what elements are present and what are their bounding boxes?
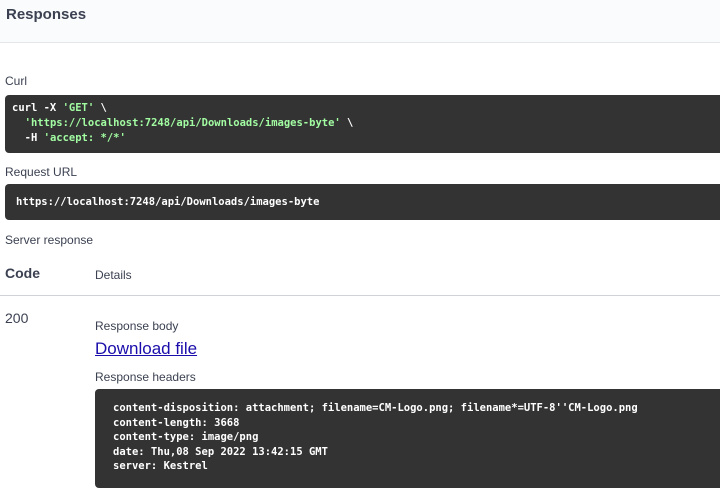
line-continuation: \	[340, 117, 354, 129]
curl-line-1: curl -X 'GET' \	[12, 101, 720, 116]
details-column-header: Details	[95, 268, 132, 282]
header-content-disposition: content-disposition: attachment; filenam…	[113, 402, 638, 414]
curl-label: Curl	[5, 74, 28, 88]
curl-command: curl -X	[12, 102, 63, 114]
curl-header-flag: -H	[24, 132, 44, 144]
header-date: date: Thu,08 Sep 2022 13:42:15 GMT	[113, 445, 328, 458]
code-column-header: Code	[5, 265, 40, 281]
response-headers-label: Response headers	[95, 370, 196, 384]
response-body-label: Response body	[95, 319, 179, 333]
responses-header: Responses	[0, 0, 720, 43]
request-url-value: https://localhost:7248/api/Downloads/ima…	[16, 196, 320, 208]
line-continuation: \	[94, 102, 107, 114]
server-response-label: Server response	[5, 233, 94, 247]
request-url-block[interactable]: https://localhost:7248/api/Downloads/ima…	[5, 184, 720, 220]
response-headers-block[interactable]: content-disposition: attachment; filenam…	[95, 389, 720, 488]
request-url-label: Request URL	[5, 165, 78, 179]
responses-title: Responses	[6, 6, 87, 23]
curl-method: 'GET'	[62, 102, 95, 114]
curl-code-block[interactable]: curl -X 'GET' \ 'https://localhost:7248/…	[5, 95, 720, 153]
header-content-type: content-type: image/png	[113, 431, 259, 443]
curl-header-value: 'accept: */*'	[43, 132, 126, 144]
curl-line-3: -H 'accept: */*'	[12, 131, 720, 146]
header-server: server: Kestrel	[113, 460, 208, 472]
curl-url: 'https://localhost:7248/api/Downloads/im…	[24, 117, 341, 129]
status-code: 200	[5, 310, 29, 326]
download-file-link[interactable]: Download file	[95, 339, 197, 359]
table-divider	[0, 295, 720, 296]
header-content-length: content-length: 3668	[113, 416, 240, 429]
curl-line-2: 'https://localhost:7248/api/Downloads/im…	[12, 116, 720, 131]
